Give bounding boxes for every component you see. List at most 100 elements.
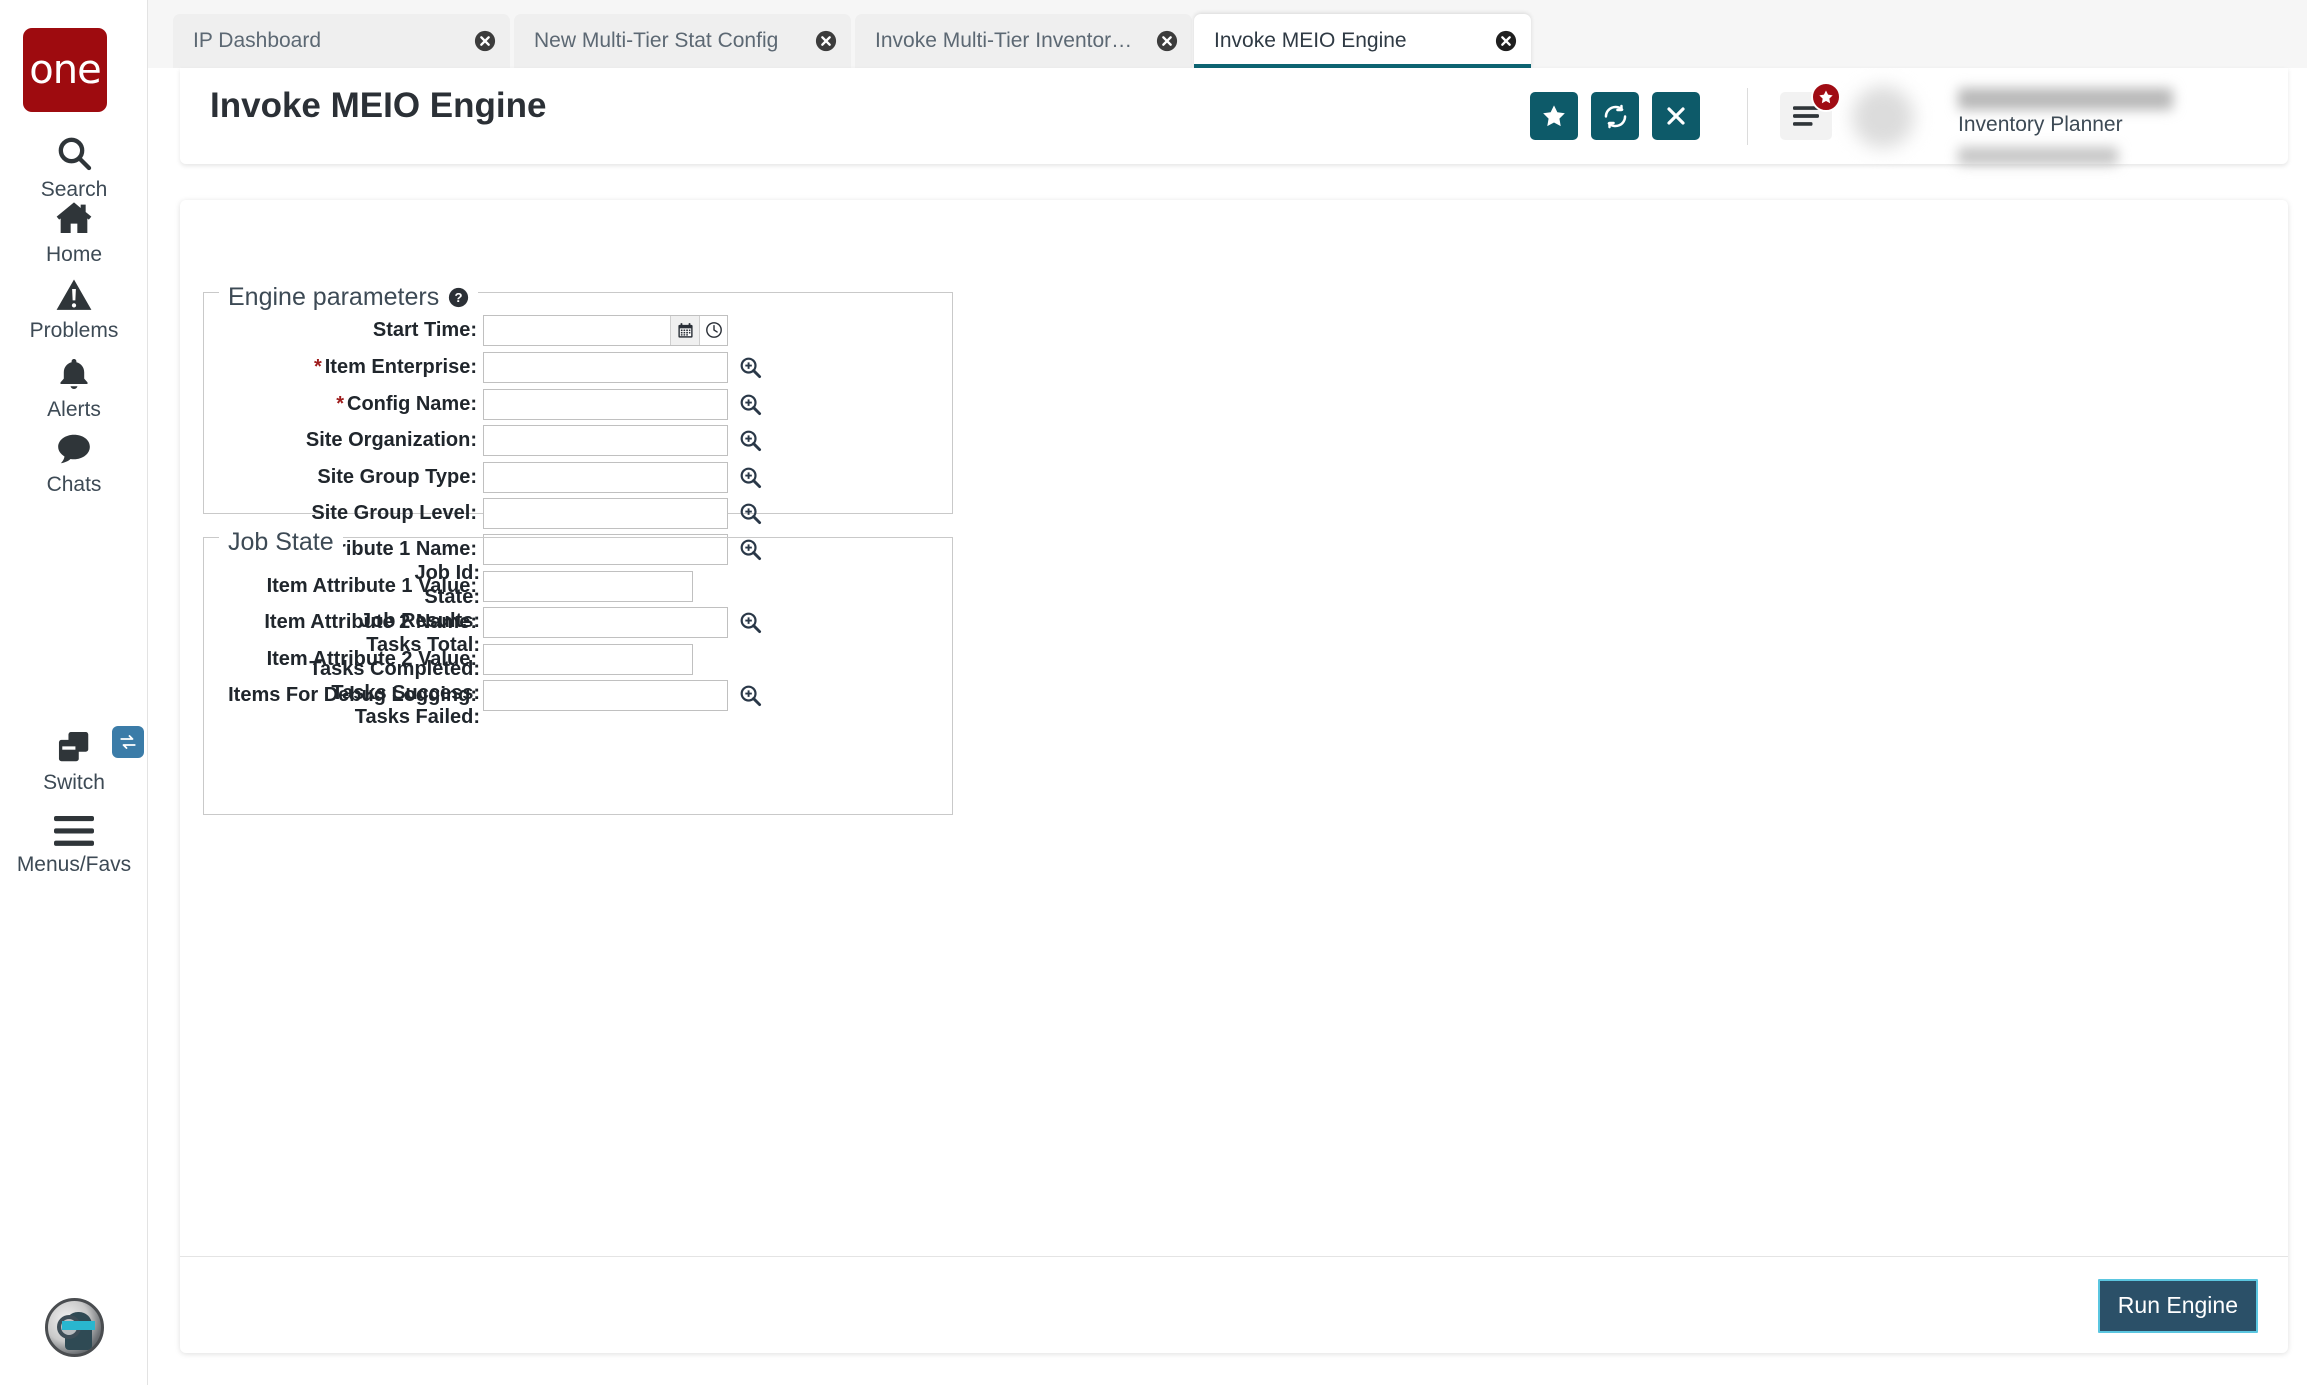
tab-label: IP Dashboard	[193, 29, 322, 52]
start-time-addons	[670, 315, 727, 345]
bell-icon	[0, 345, 148, 393]
required-marker: *	[336, 392, 344, 415]
tab-label: Invoke MEIO Engine	[1214, 29, 1407, 52]
sidebar-item-alerts[interactable]: Alerts	[0, 345, 148, 422]
site-organization-input[interactable]	[483, 424, 728, 456]
sidebar-item-home[interactable]: Home	[0, 190, 148, 267]
page-content-card: Engine parameters ? Start Time: * Item E…	[180, 200, 2288, 1353]
home-icon	[0, 190, 148, 238]
sidebar-item-chats[interactable]: Chats	[0, 420, 148, 497]
tab-close-icon[interactable]	[1138, 30, 1178, 52]
hamburger-icon	[0, 800, 148, 848]
field-label: Start Time:	[372, 318, 477, 341]
tab-invoke-meio-engine[interactable]: Invoke MEIO Engine	[1194, 14, 1531, 68]
field-row-site-organization: Site Organization:	[190, 422, 762, 458]
tab-label: New Multi-Tier Stat Config	[534, 29, 779, 52]
tab-new-multi-tier-stat-config[interactable]: New Multi-Tier Stat Config	[514, 14, 851, 68]
sidebar-item-label: Alerts	[47, 398, 101, 421]
svg-text:?: ?	[455, 290, 463, 305]
config-name-picker-button[interactable]	[739, 393, 762, 416]
calendar-picker-button[interactable]	[671, 316, 699, 345]
magnifier-plus-icon	[740, 357, 762, 378]
item-enterprise-picker-button[interactable]	[739, 356, 762, 379]
user-org-redacted	[1958, 147, 2118, 165]
favorites-menu-button[interactable]	[1780, 82, 1841, 140]
favorite-button[interactable]	[1530, 92, 1578, 140]
job-state-row-tasks-failed: Tasks Failed:	[190, 699, 494, 735]
user-name-redacted	[1958, 88, 2173, 110]
state-label: Tasks Failed:	[354, 705, 480, 728]
sidebar-item-problems[interactable]: Problems	[0, 266, 148, 343]
exchange-arrows-icon	[120, 735, 136, 749]
tab-label: Invoke Multi-Tier Inventory Plan...	[875, 29, 1138, 52]
refresh-button[interactable]	[1591, 92, 1639, 140]
sidebar-item-label: Home	[45, 243, 103, 266]
site-group-type-input[interactable]	[483, 461, 728, 493]
robot-assistant-avatar[interactable]	[45, 1298, 104, 1357]
close-circle-icon	[474, 30, 496, 52]
favorites-badge	[1811, 82, 1841, 112]
field-row-config-name: * Config Name:	[190, 386, 762, 422]
site-group-level-picker-button[interactable]	[739, 502, 762, 525]
sidebar-item-label: Menus/Favs	[16, 853, 132, 876]
run-engine-button[interactable]: Run Engine	[2097, 1279, 2258, 1333]
page-header-card: Invoke MEIO Engine Inventory Planner	[180, 68, 2288, 165]
field-label-text: Item Enterprise:	[324, 355, 477, 378]
site-organization-picker-button[interactable]	[739, 429, 762, 452]
field-label: Site Group Level:	[311, 501, 477, 524]
engine-parameters-legend: Engine parameters ?	[219, 283, 479, 312]
config-name-input[interactable]	[483, 388, 728, 420]
item-enterprise-input[interactable]	[483, 351, 728, 383]
sidebar-item-label: Chats	[46, 473, 102, 496]
close-circle-icon	[1156, 30, 1178, 52]
tab-close-icon[interactable]	[797, 30, 837, 52]
close-x-icon	[1667, 107, 1685, 125]
site-group-type-picker-button[interactable]	[739, 466, 762, 489]
close-circle-icon	[815, 30, 837, 52]
required-marker: *	[313, 355, 322, 378]
field-label: Site Organization:	[305, 428, 477, 451]
site-group-level-input[interactable]	[483, 497, 728, 529]
close-circle-icon	[1495, 30, 1517, 52]
chat-bubble-icon	[0, 420, 148, 468]
brand-logo[interactable]: one	[23, 28, 107, 112]
time-picker-button[interactable]	[699, 315, 727, 345]
field-row-site-group-level: Site Group Level:	[190, 495, 762, 531]
field-label: Site Group Type:	[317, 465, 477, 488]
star-icon	[1819, 90, 1833, 104]
calendar-icon	[677, 322, 693, 338]
magnifier-plus-icon	[740, 430, 762, 451]
field-row-start-time: Start Time:	[190, 312, 728, 348]
switch-toggle-badge[interactable]	[112, 726, 144, 758]
tab-invoke-multi-tier-inventory-plan[interactable]: Invoke Multi-Tier Inventory Plan...	[855, 14, 1192, 68]
field-label: * Item Enterprise:	[190, 356, 480, 379]
robot-visor-shape	[62, 1321, 95, 1330]
brand-logo-text: one	[29, 47, 101, 93]
header-divider	[1747, 88, 1748, 145]
engine-parameters-legend-text: Engine parameters	[228, 283, 440, 311]
user-avatar[interactable]	[1852, 86, 1914, 148]
tab-close-icon[interactable]	[456, 30, 496, 52]
magnifier-plus-icon	[740, 467, 762, 488]
user-role-label: Inventory Planner	[1958, 113, 2123, 136]
tab-close-icon[interactable]	[1477, 30, 1517, 52]
refresh-icon	[1604, 104, 1626, 128]
left-nav-rail: one Search Home Problems Alerts Chats Sw…	[0, 0, 148, 1385]
star-icon	[1543, 105, 1565, 127]
close-button[interactable]	[1652, 92, 1700, 140]
sidebar-item-menus-favs[interactable]: Menus/Favs	[0, 800, 148, 877]
warning-triangle-icon	[0, 266, 148, 314]
job-state-legend-text: Job State	[228, 528, 334, 556]
sidebar-item-label: Switch	[43, 771, 105, 794]
clock-icon	[705, 322, 722, 338]
tab-ip-dashboard[interactable]: IP Dashboard	[173, 14, 510, 68]
field-label: * Config Name:	[190, 393, 480, 416]
search-icon	[0, 125, 148, 173]
magnifier-plus-icon	[740, 394, 762, 415]
hamburger-icon	[1793, 106, 1819, 126]
question-circle-icon[interactable]: ?	[448, 287, 469, 308]
job-state-legend: Job State	[219, 528, 343, 557]
field-row-site-group-type: Site Group Type:	[190, 459, 762, 495]
field-label-text: Config Name:	[347, 392, 477, 415]
tab-strip: IP Dashboard New Multi-Tier Stat Config …	[148, 0, 2307, 68]
